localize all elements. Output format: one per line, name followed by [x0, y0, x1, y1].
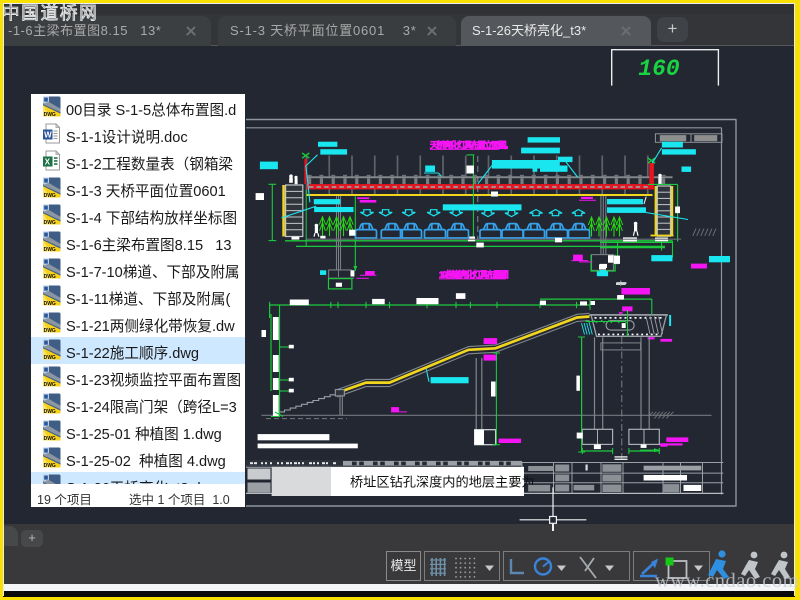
svg-text:DWG: DWG	[44, 274, 56, 279]
svg-text:DWG: DWG	[44, 355, 56, 360]
svg-text:DWG: DWG	[44, 112, 56, 117]
svg-text:160: 160	[638, 56, 680, 82]
svg-text:DWG: DWG	[44, 193, 56, 198]
svg-text:X: X	[45, 158, 51, 167]
svg-text:DWG: DWG	[44, 328, 56, 333]
svg-text:1/2梯道亮化灯具布置图: 1/2梯道亮化灯具布置图	[439, 270, 508, 280]
svg-text:桥址区钻孔深度内的地层主要为: 桥址区钻孔深度内的地层主要为	[350, 475, 535, 490]
svg-text:DWG: DWG	[44, 382, 56, 387]
svg-text:DWG: DWG	[44, 436, 56, 441]
svg-text:DWG: DWG	[44, 409, 56, 414]
svg-text:DWG: DWG	[44, 463, 56, 468]
svg-text:DWG: DWG	[44, 247, 56, 252]
svg-text:W: W	[44, 131, 52, 140]
svg-text:天桥亮化灯具布置立面图: 天桥亮化灯具布置立面图	[430, 140, 506, 150]
svg-text:DWG: DWG	[44, 301, 56, 306]
svg-text:DWG: DWG	[44, 220, 56, 225]
